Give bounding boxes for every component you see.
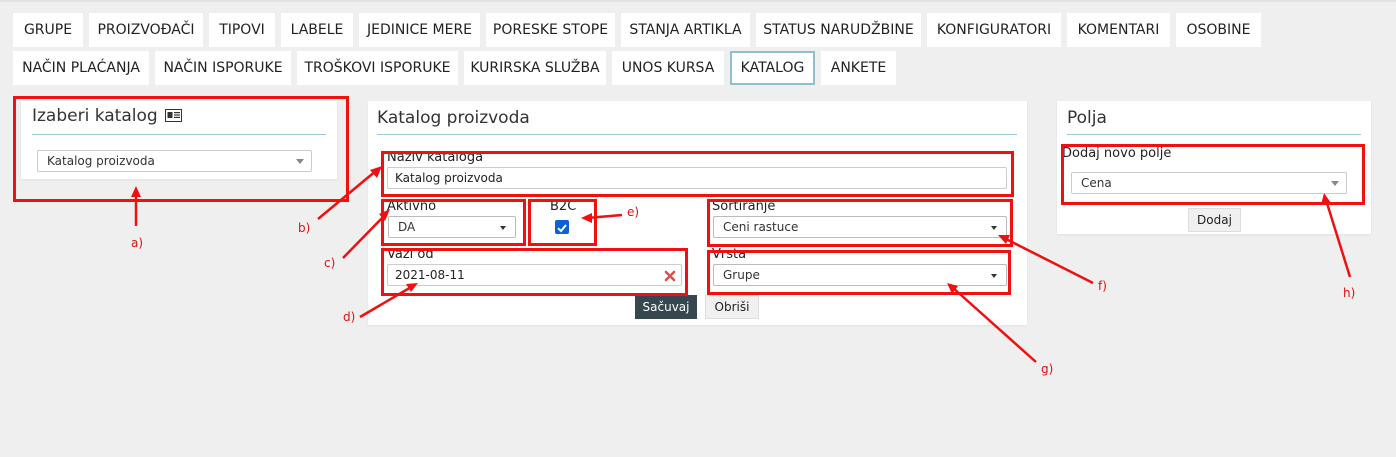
annotation-label-d: d): [343, 310, 356, 324]
arrow-h: [1324, 199, 1352, 278]
annotation-label-a: a): [131, 236, 144, 250]
arrow-e: [586, 213, 623, 220]
annotation-label-g: g): [1041, 362, 1054, 376]
arrow-f: [1003, 236, 1094, 285]
arrow-c: [342, 213, 387, 259]
annotation-label-c: c): [324, 256, 336, 270]
annotation-label-h: h): [1343, 286, 1356, 300]
annotation-label-b: b): [298, 221, 311, 235]
annotation-label-f: f): [1098, 279, 1107, 293]
annotation-label-e: e): [627, 205, 640, 219]
annotation-arrows: [131, 166, 1352, 363]
arrow-b: [317, 169, 378, 220]
arrow-g: [951, 286, 1037, 363]
arrow-d: [359, 284, 414, 319]
